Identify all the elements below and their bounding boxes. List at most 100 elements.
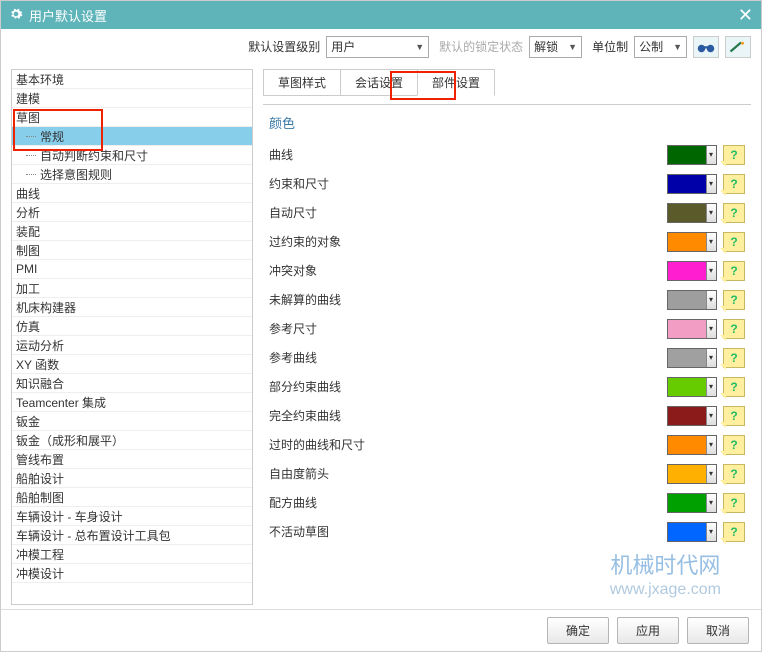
dialog-window: 用户默认设置 ✕ 默认设置级别 用户 ▼ 默认的锁定状态 解锁 ▼ 单位制 公制…	[0, 0, 762, 652]
sidebar-item[interactable]: PMI	[12, 260, 252, 279]
color-picker[interactable]: ▾	[667, 493, 717, 513]
color-picker[interactable]: ▾	[667, 348, 717, 368]
help-button[interactable]: ?	[723, 522, 745, 542]
help-button[interactable]: ?	[723, 290, 745, 310]
sidebar-item[interactable]: 草图	[12, 108, 252, 127]
chevron-down-icon: ▾	[706, 436, 716, 454]
binoculars-icon[interactable]	[693, 36, 719, 58]
footer: 确定 应用 取消	[1, 609, 761, 651]
color-picker[interactable]: ▾	[667, 290, 717, 310]
sidebar-item[interactable]: 建模	[12, 89, 252, 108]
chevron-down-icon: ▼	[415, 42, 424, 52]
color-row: 冲突对象▾?	[269, 256, 745, 285]
color-picker[interactable]: ▾	[667, 232, 717, 252]
wand-icon[interactable]	[725, 36, 751, 58]
help-button[interactable]: ?	[723, 203, 745, 223]
category-list[interactable]: 基本环境建模草图常规自动判断约束和尺寸选择意图规则曲线分析装配制图PMI加工机床…	[12, 70, 252, 604]
sidebar-item[interactable]: 车辆设计 - 车身设计	[12, 507, 252, 526]
unit-dropdown[interactable]: 公制 ▼	[634, 36, 687, 58]
help-button[interactable]: ?	[723, 174, 745, 194]
color-label: 完全约束曲线	[269, 407, 667, 424]
level-dropdown[interactable]: 用户 ▼	[326, 36, 429, 58]
help-button[interactable]: ?	[723, 377, 745, 397]
sidebar-item[interactable]: XY 函数	[12, 355, 252, 374]
color-picker[interactable]: ▾	[667, 522, 717, 542]
toolbar: 默认设置级别 用户 ▼ 默认的锁定状态 解锁 ▼ 单位制 公制 ▼	[1, 29, 761, 65]
cancel-button[interactable]: 取消	[687, 617, 749, 644]
color-picker[interactable]: ▾	[667, 145, 717, 165]
color-row: 过约束的对象▾?	[269, 227, 745, 256]
color-row: 自动尺寸▾?	[269, 198, 745, 227]
sidebar-item[interactable]: Teamcenter 集成	[12, 393, 252, 412]
sidebar-item[interactable]: 曲线	[12, 184, 252, 203]
color-picker[interactable]: ▾	[667, 435, 717, 455]
chevron-down-icon: ▾	[706, 291, 716, 309]
content-panel: 草图样式会话设置部件设置 颜色 曲线▾?约束和尺寸▾?自动尺寸▾?过约束的对象▾…	[263, 69, 751, 605]
color-picker[interactable]: ▾	[667, 406, 717, 426]
color-row: 完全约束曲线▾?	[269, 401, 745, 430]
help-button[interactable]: ?	[723, 145, 745, 165]
tab[interactable]: 部件设置	[417, 69, 495, 96]
sidebar-item[interactable]: 车辆设计 - 总布置设计工具包	[12, 526, 252, 545]
sidebar-item[interactable]: 基本环境	[12, 70, 252, 89]
help-button[interactable]: ?	[723, 464, 745, 484]
help-button[interactable]: ?	[723, 261, 745, 281]
apply-button[interactable]: 应用	[617, 617, 679, 644]
color-label: 部分约束曲线	[269, 378, 667, 395]
sidebar-item[interactable]: 管线布置	[12, 450, 252, 469]
color-row: 参考曲线 ▾?	[269, 343, 745, 372]
help-button[interactable]: ?	[723, 435, 745, 455]
tab-bar: 草图样式会话设置部件设置	[263, 69, 751, 96]
sidebar-item[interactable]: 冲模工程	[12, 545, 252, 564]
help-button[interactable]: ?	[723, 493, 745, 513]
tab[interactable]: 会话设置	[340, 69, 418, 96]
close-icon[interactable]: ✕	[738, 5, 753, 26]
sidebar-item[interactable]: 钣金（成形和展平）	[12, 431, 252, 450]
sidebar-item[interactable]: 分析	[12, 203, 252, 222]
chevron-down-icon: ▾	[706, 320, 716, 338]
sidebar-item[interactable]: 选择意图规则	[12, 165, 252, 184]
sidebar-item[interactable]: 冲模设计	[12, 564, 252, 583]
unit-label: 单位制	[592, 38, 628, 55]
color-picker[interactable]: ▾	[667, 261, 717, 281]
help-button[interactable]: ?	[723, 232, 745, 252]
chevron-down-icon: ▾	[706, 494, 716, 512]
help-button[interactable]: ?	[723, 348, 745, 368]
chevron-down-icon: ▾	[706, 175, 716, 193]
help-button[interactable]: ?	[723, 406, 745, 426]
lock-dropdown[interactable]: 解锁 ▼	[529, 36, 582, 58]
color-label: 冲突对象	[269, 262, 667, 279]
sidebar-item[interactable]: 仿真	[12, 317, 252, 336]
tab[interactable]: 草图样式	[263, 69, 341, 96]
sidebar-item[interactable]: 机床构建器	[12, 298, 252, 317]
sidebar-item[interactable]: 加工	[12, 279, 252, 298]
chevron-down-icon: ▾	[706, 465, 716, 483]
color-label: 参考尺寸	[269, 320, 667, 337]
color-label: 参考曲线	[269, 349, 667, 366]
sidebar-item[interactable]: 自动判断约束和尺寸	[12, 146, 252, 165]
color-label: 自由度箭头	[269, 465, 667, 482]
chevron-down-icon: ▾	[706, 349, 716, 367]
sidebar-item[interactable]: 装配	[12, 222, 252, 241]
color-picker[interactable]: ▾	[667, 464, 717, 484]
color-label: 未解算的曲线	[269, 291, 667, 308]
ok-button[interactable]: 确定	[547, 617, 609, 644]
category-sidebar: 基本环境建模草图常规自动判断约束和尺寸选择意图规则曲线分析装配制图PMI加工机床…	[11, 69, 253, 605]
color-picker[interactable]: ▾	[667, 203, 717, 223]
sidebar-item[interactable]: 船舶设计	[12, 469, 252, 488]
sidebar-item[interactable]: 知识融合	[12, 374, 252, 393]
gear-icon	[9, 7, 23, 24]
sidebar-item[interactable]: 制图	[12, 241, 252, 260]
color-label: 配方曲线	[269, 494, 667, 511]
sidebar-item[interactable]: 常规	[12, 127, 252, 146]
chevron-down-icon: ▾	[706, 523, 716, 541]
chevron-down-icon: ▾	[706, 204, 716, 222]
color-picker[interactable]: ▾	[667, 319, 717, 339]
sidebar-item[interactable]: 钣金	[12, 412, 252, 431]
color-picker[interactable]: ▾	[667, 377, 717, 397]
color-label: 过时的曲线和尺寸	[269, 436, 667, 453]
help-button[interactable]: ?	[723, 319, 745, 339]
color-picker[interactable]: ▾	[667, 174, 717, 194]
sidebar-item[interactable]: 船舶制图	[12, 488, 252, 507]
sidebar-item[interactable]: 运动分析	[12, 336, 252, 355]
